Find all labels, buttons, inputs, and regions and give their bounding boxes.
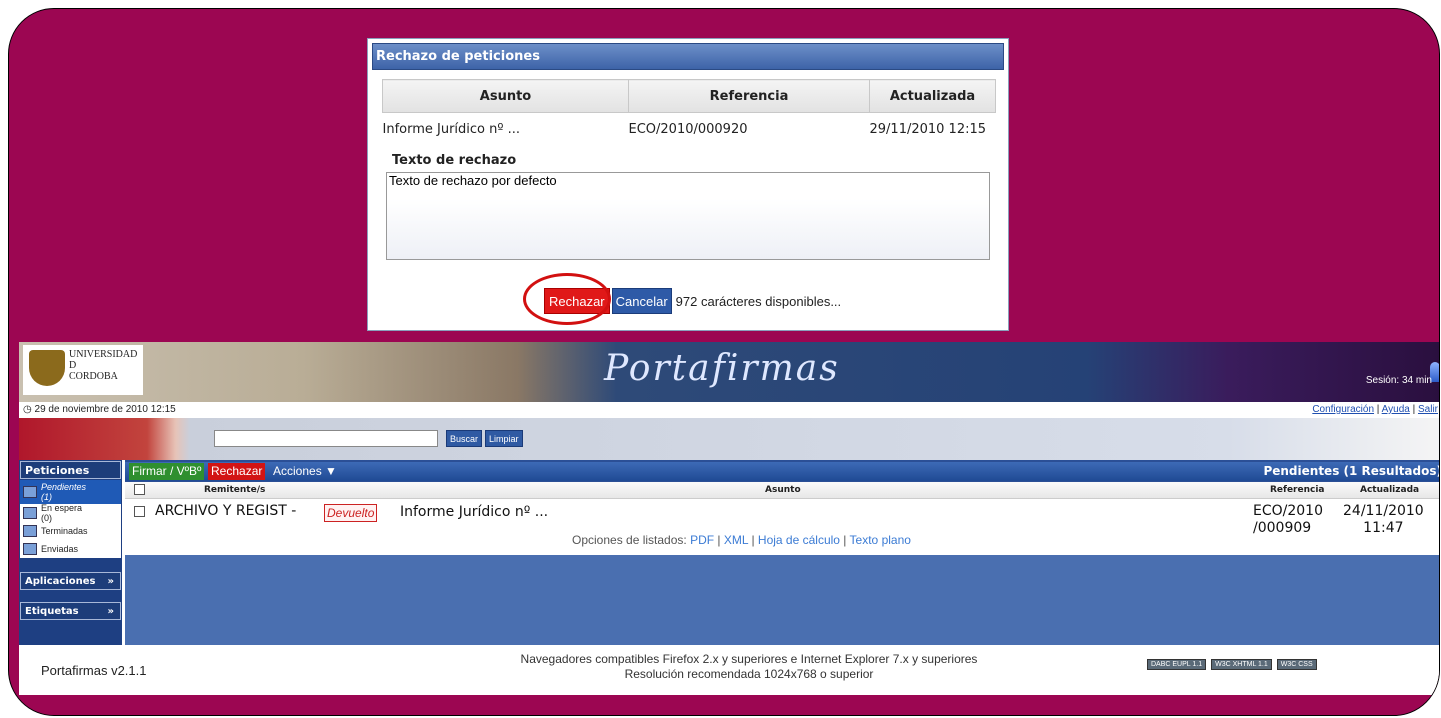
cell-actualizada: 29/11/2010 12:15: [869, 121, 987, 137]
sidebar-item-terminadas[interactable]: Terminadas: [20, 522, 121, 540]
search-bar: Buscar Limpiar: [19, 418, 1439, 460]
envelope-icon: [23, 486, 37, 498]
select-all-checkbox[interactable]: [134, 484, 145, 495]
main-panel: Firmar / VºBº Rechazar Acciones ▼ Pendie…: [125, 460, 1440, 645]
dialog-title: Rechazo de peticiones: [372, 43, 1004, 70]
reject-toolbar-button[interactable]: Rechazar: [208, 463, 266, 480]
sign-button[interactable]: Firmar / VºBº: [129, 463, 205, 480]
search-input[interactable]: [214, 430, 438, 447]
col-referencia-grid[interactable]: Referencia: [1270, 485, 1325, 495]
header-banner: UNIVERSIDAD D CORDOBA Portafirmas Sesión…: [19, 342, 1439, 402]
col-asunto-grid[interactable]: Asunto: [765, 485, 801, 495]
actions-toolbar: Firmar / VºBº Rechazar Acciones ▼ Pendie…: [125, 462, 1440, 481]
dialog-table: Asunto Referencia Actualizada Informe Ju…: [382, 79, 996, 145]
col-remitente[interactable]: Remitente/s: [204, 485, 265, 495]
cancel-button[interactable]: Cancelar: [611, 288, 672, 314]
chars-remaining: 972 carácteres disponibles...: [675, 293, 842, 309]
footer: Portafirmas v2.1.1 Navegadores compatibl…: [19, 647, 1439, 695]
row-subject[interactable]: Informe Jurídico nº ...: [400, 504, 548, 520]
session-timer: Sesión: 34 min: [1365, 375, 1432, 386]
actions-menu[interactable]: Acciones ▼: [270, 463, 340, 480]
folder-icon: [23, 525, 37, 537]
table-row: Informe Jurídico nº ... ECO/2010/000920 …: [383, 113, 996, 146]
university-logo: UNIVERSIDAD D CORDOBA: [23, 345, 143, 395]
status-badge: Devuelto: [324, 504, 378, 522]
config-link[interactable]: Configuración: [1312, 404, 1374, 415]
col-actualizada-grid[interactable]: Actualizada: [1360, 485, 1419, 495]
waiting-icon: [23, 507, 37, 519]
sidebar-heading[interactable]: Peticiones: [20, 461, 121, 479]
clear-button[interactable]: Limpiar: [485, 430, 523, 447]
logout-link[interactable]: Salir: [1418, 404, 1438, 415]
portafirmas-app: UNIVERSIDAD D CORDOBA Portafirmas Sesión…: [19, 342, 1440, 695]
reject-text-input[interactable]: Texto de rechazo por defecto: [386, 172, 990, 260]
top-links: Configuración | Ayuda | Salir: [1312, 404, 1438, 415]
sidebar-item-en-espera[interactable]: En espera (0): [20, 503, 121, 523]
sidebar-item-enviadas[interactable]: Enviadas: [20, 540, 121, 558]
highlight-ellipse: [523, 273, 611, 325]
reject-highlight: Rechazar: [523, 273, 611, 325]
sidebar-item-pendientes[interactable]: Pendientes (1): [20, 480, 121, 504]
sidebar-section-aplicaciones[interactable]: Aplicaciones»: [20, 572, 121, 590]
compat-info: Navegadores compatibles Firefox 2.x y su…: [520, 652, 978, 681]
col-actualizada: Actualizada: [869, 79, 996, 113]
current-date: ◷ 29 de noviembre de 2010 12:15: [23, 404, 176, 415]
grid-header: Remitente/s Asunto Referencia Actualizad…: [125, 482, 1439, 499]
search-button[interactable]: Buscar: [446, 430, 483, 447]
sender: ARCHIVO Y REGIST -: [155, 503, 297, 519]
list-options: Opciones de listados: PDF | XML | Hoja d…: [572, 533, 911, 547]
cell-asunto: Informe Jurídico nº ...: [382, 121, 521, 137]
export-spreadsheet-link[interactable]: Hoja de cálculo: [758, 533, 840, 547]
dialog-actions: Rechazar Cancelar 972 carácteres disponi…: [523, 273, 842, 325]
compliance-badges: DABC EUPL 1.1 W3C XHTML 1.1 W3C CSS: [1147, 659, 1317, 670]
row-checkbox[interactable]: [134, 506, 145, 517]
col-referencia: Referencia: [628, 79, 870, 113]
shield-icon: [29, 350, 65, 386]
slide-frame: Rechazo de peticiones Asunto Referencia …: [8, 8, 1440, 716]
help-link[interactable]: Ayuda: [1382, 404, 1410, 415]
xhtml-badge[interactable]: W3C XHTML 1.1: [1211, 659, 1272, 670]
date-bar: ◷ 29 de noviembre de 2010 12:15 Configur…: [19, 402, 1439, 418]
col-asunto: Asunto: [382, 79, 629, 113]
sidebar: Peticiones Pendientes (1) En espera (0) Te…: [19, 460, 122, 645]
export-text-link[interactable]: Texto plano: [850, 533, 911, 547]
sidebar-section-etiquetas[interactable]: Etiquetas»: [20, 602, 121, 620]
row-reference: ECO/2010/000909: [1253, 503, 1323, 536]
version-label: Portafirmas v2.1.1: [41, 663, 147, 678]
product-logo: Portafirmas: [604, 348, 840, 389]
results-title: Pendientes (1 Resultados): [1263, 464, 1440, 478]
send-icon: [23, 543, 37, 555]
export-pdf-link[interactable]: PDF: [690, 533, 714, 547]
row-updated: 24/11/2010 11:47: [1343, 503, 1424, 536]
export-xml-link[interactable]: XML: [724, 533, 748, 547]
reject-text-label: Texto de rechazo: [392, 153, 517, 168]
cell-referencia: ECO/2010/000920: [628, 121, 748, 137]
table-row[interactable]: ARCHIVO Y REGIST - Devuelto Informe Jurí…: [125, 499, 1439, 555]
rejection-dialog: Rechazo de peticiones Asunto Referencia …: [367, 38, 1009, 331]
eupl-badge[interactable]: DABC EUPL 1.1: [1147, 659, 1207, 670]
css-badge[interactable]: W3C CSS: [1276, 659, 1317, 670]
